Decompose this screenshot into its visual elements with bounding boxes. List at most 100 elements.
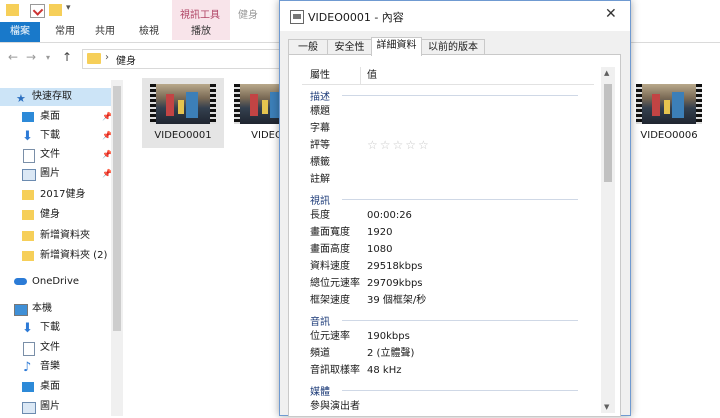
property-row[interactable]: 頻道 2 (立體聲) (302, 345, 594, 362)
sidebar-item-this-pc[interactable]: 本機 (14, 300, 110, 318)
breadcrumb[interactable]: 健身 (116, 52, 136, 67)
property-row[interactable]: 參與演出者 (302, 398, 594, 415)
property-value: 190kbps (367, 331, 410, 342)
tab-play[interactable]: 播放 (180, 22, 222, 42)
property-row[interactable]: 評等 ☆☆☆☆☆ (302, 137, 594, 154)
sidebar-item-new-folder-2[interactable]: 新增資料夾 (2) (22, 247, 110, 265)
property-name: 標籤 (310, 157, 330, 168)
property-row[interactable]: 總位元速率 29709kbps (302, 275, 594, 292)
computer-icon (14, 304, 28, 316)
file-item-video0006[interactable]: VIDEO0006 (628, 78, 710, 148)
property-row[interactable]: 註解 (302, 171, 594, 188)
sidebar-item-label: 圖片 (40, 401, 60, 412)
section-media: 媒體 (302, 381, 594, 398)
sidebar-item-fitness[interactable]: 健身 (22, 206, 110, 224)
section-heading: 媒體 (310, 383, 334, 398)
properties-icon[interactable] (30, 4, 45, 18)
file-name: VIDEO0006 (640, 130, 698, 141)
up-icon[interactable]: ↑ (62, 50, 72, 64)
property-row[interactable]: 畫面高度 1080 (302, 241, 594, 258)
property-scrollbar[interactable]: ▲ ▼ (601, 67, 615, 413)
scroll-up-icon[interactable]: ▲ (604, 69, 609, 77)
column-divider[interactable] (360, 67, 361, 84)
property-value: 48 kHz (367, 365, 402, 376)
file-item-video0001[interactable]: VIDEO0001 (142, 78, 224, 148)
forward-icon[interactable]: → (26, 50, 36, 64)
rating-stars[interactable]: ☆☆☆☆☆ (367, 137, 431, 154)
sidebar-item-label: 文件 (40, 342, 60, 353)
sidebar-item-label: 快速存取 (32, 91, 72, 102)
sidebar-item-desktop[interactable]: 桌面 📌 (22, 108, 112, 126)
property-row[interactable]: 字幕 (302, 120, 594, 137)
scrollbar-thumb[interactable] (113, 86, 121, 331)
sidebar-item-onedrive[interactable]: OneDrive (14, 273, 110, 291)
property-name: 資料速度 (310, 261, 350, 272)
section-audio: 音訊 (302, 311, 594, 328)
customize-toolbar-icon[interactable]: ▾ (66, 3, 71, 13)
sidebar-item-label: OneDrive (32, 276, 80, 287)
sidebar-item-documents[interactable]: 文件 📌 (22, 146, 112, 164)
dialog-title: VIDEO0001 - 內容 (308, 11, 404, 24)
tab-view[interactable]: 檢視 (132, 22, 166, 42)
dialog-titlebar[interactable]: VIDEO0001 - 內容 ✕ (280, 1, 630, 31)
property-row[interactable]: 標題 (302, 103, 594, 120)
address-bar[interactable]: › 健身 (82, 49, 294, 69)
property-row[interactable]: 位元速率 190kbps (302, 328, 594, 345)
column-header-value[interactable]: 值 (367, 67, 377, 84)
property-name: 評等 (310, 140, 330, 151)
property-row[interactable]: 框架速度 39 個框架/秒 (302, 292, 594, 309)
star-icon: ★ (16, 92, 26, 105)
property-name: 框架速度 (310, 295, 350, 306)
sidebar-item-label: 2017健身 (40, 189, 86, 200)
tab-security[interactable]: 安全性 (327, 39, 372, 55)
sidebar-item-pc-pictures[interactable]: 圖片 (22, 398, 110, 416)
property-name: 標題 (310, 106, 330, 117)
tab-home[interactable]: 常用 (48, 22, 82, 42)
property-row[interactable]: 標籤 (302, 154, 594, 171)
property-value: 1080 (367, 244, 393, 255)
sidebar-item-label: 健身 (40, 209, 60, 220)
property-value: 2 (立體聲) (367, 348, 415, 359)
desktop-icon (22, 112, 34, 122)
sidebar-item-pc-desktop[interactable]: 桌面 (22, 378, 110, 396)
section-heading: 視訊 (310, 192, 334, 207)
scrollbar-thumb[interactable] (604, 84, 612, 182)
recent-dropdown-icon[interactable]: ▾ (46, 53, 50, 62)
properties-dialog: VIDEO0001 - 內容 ✕ 一般 安全性 詳細資料 以前的版本 屬性 值 … (279, 0, 631, 417)
tab-details[interactable]: 詳細資料 (371, 37, 422, 56)
sidebar-item-pc-downloads[interactable]: ⬇ 下載 (22, 319, 110, 337)
sidebar-item-downloads[interactable]: ⬇ 下載 📌 (22, 127, 112, 145)
back-icon[interactable]: ← (8, 50, 18, 64)
property-name: 畫面高度 (310, 244, 350, 255)
tab-previous-versions[interactable]: 以前的版本 (421, 39, 485, 55)
tab-share[interactable]: 共用 (88, 22, 122, 42)
property-row[interactable]: 長度 00:00:26 (302, 207, 594, 224)
close-icon[interactable]: ✕ (605, 6, 617, 22)
sidebar-item-label: 下載 (40, 322, 60, 333)
property-row[interactable]: 資料速度 29518kbps (302, 258, 594, 275)
new-folder-icon[interactable] (49, 4, 62, 16)
section-description: 描述 (302, 86, 594, 103)
sidebar-item-label: 圖片 (40, 168, 60, 179)
property-name: 總位元速率 (310, 278, 360, 289)
details-panel: 屬性 值 描述 標題 字幕 評等 ☆☆☆☆☆ 標籤 註解 視訊 長度 00:00:2… (288, 54, 621, 417)
context-tab-label: 視訊工具 (180, 10, 220, 21)
section-heading: 描述 (310, 88, 334, 103)
folder-icon (22, 251, 34, 261)
scroll-down-icon[interactable]: ▼ (604, 403, 609, 411)
sidebar-item-pc-documents[interactable]: 文件 (22, 339, 110, 357)
property-row[interactable]: 畫面寬度 1920 (302, 224, 594, 241)
sidebar-item-quick-access[interactable]: ★ 快速存取 (0, 88, 111, 106)
sidebar-item-2017-fitness[interactable]: 2017健身 (22, 186, 110, 204)
property-name: 頻道 (310, 348, 330, 359)
property-row[interactable]: 音訊取樣率 48 kHz (302, 362, 594, 379)
sidebar-item-new-folder[interactable]: 新增資料夾 (22, 227, 110, 245)
column-header-property[interactable]: 屬性 (310, 67, 330, 84)
tab-general[interactable]: 一般 (288, 39, 328, 55)
sidebar-item-pictures[interactable]: 圖片 📌 (22, 165, 112, 183)
navigation-scrollbar[interactable] (111, 80, 123, 416)
tab-file[interactable]: 檔案 (0, 22, 40, 42)
sidebar-item-pc-music[interactable]: ♪ 音樂 (22, 358, 110, 376)
property-name: 音訊取樣率 (310, 365, 360, 376)
sidebar-item-label: 桌面 (40, 111, 60, 122)
